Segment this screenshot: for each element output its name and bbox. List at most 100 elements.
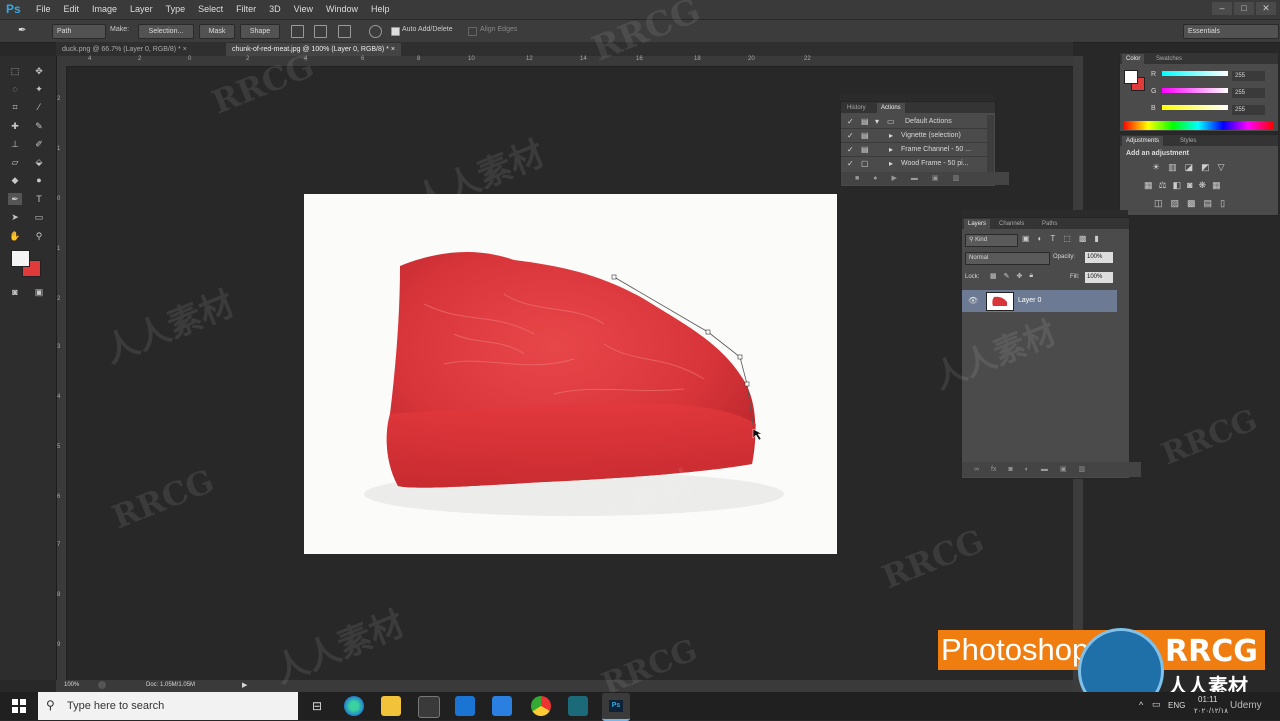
history-brush-icon[interactable]: ✐: [32, 138, 46, 150]
mail-icon[interactable]: [455, 696, 475, 716]
trash-icon[interactable]: ▥: [952, 172, 959, 185]
rectangle-tool-icon[interactable]: ▭: [32, 211, 46, 223]
green-slider[interactable]: [1162, 88, 1228, 93]
task-view-icon[interactable]: ⊟: [307, 696, 327, 716]
eraser-tool-icon[interactable]: ▱: [8, 156, 22, 168]
check-icon[interactable]: ✓: [847, 145, 854, 154]
selective-color-icon[interactable]: ▯: [1220, 198, 1225, 209]
action-row[interactable]: ✓ ▤ ▸ Frame Channel - 50 ...: [841, 143, 987, 157]
pixel-filter-icon[interactable]: ▣: [1022, 234, 1030, 243]
menu-image[interactable]: Image: [92, 4, 117, 14]
shape-filter-icon[interactable]: ⬚: [1063, 234, 1071, 243]
black-white-icon[interactable]: ◧: [1173, 180, 1182, 191]
tab-red-meat-close-icon[interactable]: ×: [391, 46, 395, 53]
status-arrow-icon[interactable]: ▶: [242, 681, 247, 689]
photo-filter-icon[interactable]: ◙: [1187, 180, 1192, 191]
document-canvas[interactable]: [304, 194, 837, 554]
lasso-tool-icon[interactable]: ◌: [8, 83, 22, 95]
chrome-icon[interactable]: [531, 696, 551, 716]
menu-3d[interactable]: 3D: [269, 4, 281, 14]
dodge-tool-icon[interactable]: ●: [32, 174, 46, 186]
hand-tool-icon[interactable]: ✋: [8, 230, 22, 242]
dialog-toggle-icon[interactable]: ▤: [861, 145, 869, 154]
menu-edit[interactable]: Edit: [64, 4, 80, 14]
check-icon[interactable]: ✓: [847, 159, 854, 168]
curves-icon[interactable]: ◪: [1185, 162, 1194, 173]
path-operations-icon[interactable]: [291, 25, 304, 38]
brush-tool-icon[interactable]: ✎: [32, 120, 46, 132]
stop-icon[interactable]: ■: [855, 172, 859, 185]
action-row[interactable]: ✓ ▤ ▾ ▭ Default Actions: [841, 115, 987, 129]
play-icon[interactable]: ▶: [891, 172, 896, 185]
posterize-icon[interactable]: ▨: [1171, 198, 1180, 209]
actions-scrollbar[interactable]: [987, 115, 994, 172]
new-layer-icon[interactable]: ▣: [1060, 462, 1067, 477]
network-icon[interactable]: ▭: [1152, 699, 1161, 710]
ruler-top[interactable]: 4 2 0 2 4 6 8 10 12 14 16 18 20 22: [56, 56, 1073, 67]
healing-brush-icon[interactable]: ✚: [8, 120, 22, 132]
action-row[interactable]: ✓ ▢ ▸ Wood Frame - 50 pi...: [841, 157, 987, 170]
adjustment-layer-icon[interactable]: ◐: [1025, 462, 1029, 477]
language-indicator[interactable]: ENG: [1168, 701, 1185, 710]
lock-transparent-icon[interactable]: ▦: [990, 272, 997, 280]
clock-time[interactable]: 01:11: [1198, 695, 1217, 704]
color-balance-icon[interactable]: ⚖: [1159, 180, 1167, 191]
gradient-map-icon[interactable]: ▤: [1204, 198, 1213, 209]
layer-filter-kind[interactable]: ⚲ Kind: [965, 234, 1018, 247]
tab-styles[interactable]: Styles: [1176, 136, 1200, 146]
doc-info-icon[interactable]: [98, 681, 106, 689]
file-explorer-icon[interactable]: [381, 696, 401, 716]
channel-mixer-icon[interactable]: ❋: [1199, 180, 1207, 191]
gear-icon[interactable]: [369, 25, 382, 38]
adjustment-filter-icon[interactable]: ◐: [1038, 234, 1043, 243]
eyedropper-icon[interactable]: ⁄: [32, 101, 46, 113]
tray-chevron-icon[interactable]: ^: [1139, 700, 1143, 710]
blend-mode-select[interactable]: Normal: [965, 252, 1050, 265]
record-icon[interactable]: ●: [873, 172, 877, 185]
tool-mode-select[interactable]: Path: [52, 24, 106, 39]
fx-icon[interactable]: fx: [991, 462, 996, 477]
tab-paths[interactable]: Paths: [1038, 219, 1061, 229]
word-icon[interactable]: [492, 696, 512, 716]
color-lookup-icon[interactable]: ▦: [1212, 180, 1221, 191]
paint-bucket-icon[interactable]: ⬙: [32, 156, 46, 168]
tab-layers[interactable]: Layers: [964, 219, 991, 229]
lock-position-icon[interactable]: ✥: [1017, 272, 1023, 280]
lock-pixels-icon[interactable]: ✎: [1004, 272, 1010, 280]
tab-adjustments[interactable]: Adjustments: [1122, 136, 1164, 146]
layer-name[interactable]: Layer 0: [1018, 297, 1041, 304]
make-mask-button[interactable]: Mask: [199, 24, 235, 39]
group-icon[interactable]: ▬: [1041, 462, 1048, 477]
link-layers-icon[interactable]: ∞: [974, 462, 979, 477]
windows-start-icon[interactable]: [12, 699, 26, 713]
menu-layer[interactable]: Layer: [130, 4, 153, 14]
photoshop-taskbar-icon[interactable]: Ps: [602, 693, 630, 721]
path-arrangement-icon[interactable]: [338, 25, 351, 38]
crop-tool-icon[interactable]: ⌗: [8, 101, 22, 113]
layer-row[interactable]: 👁︎ Layer 0: [962, 290, 1117, 312]
menu-view[interactable]: View: [294, 4, 313, 14]
smart-object-filter-icon[interactable]: ▩: [1079, 234, 1087, 243]
color-spectrum[interactable]: [1123, 121, 1273, 130]
opacity-input[interactable]: 100%: [1085, 252, 1113, 263]
expand-icon[interactable]: ▾: [875, 117, 879, 126]
camtasia-icon[interactable]: [568, 696, 588, 716]
hue-saturation-icon[interactable]: ▦: [1144, 180, 1153, 191]
expand-icon[interactable]: ▸: [889, 145, 893, 154]
dialog-toggle-icon[interactable]: ▤: [861, 117, 869, 126]
tab-red-meat[interactable]: chunk-of-red-meat.jpg @ 100% (Layer 0, R…: [226, 43, 401, 56]
make-selection-button[interactable]: Selection...: [138, 24, 194, 39]
minimize-button[interactable]: –: [1212, 2, 1232, 15]
align-edges-checkbox[interactable]: [468, 27, 477, 36]
close-button[interactable]: ✕: [1256, 2, 1276, 15]
menu-type[interactable]: Type: [166, 4, 186, 14]
screen-mode-icon[interactable]: ▣: [32, 286, 46, 298]
expand-icon[interactable]: ▸: [889, 131, 893, 140]
type-tool-icon[interactable]: T: [32, 193, 46, 205]
zoom-tool-icon[interactable]: ⚲: [32, 230, 46, 242]
menu-file[interactable]: File: [36, 4, 51, 14]
marquee-tool-icon[interactable]: ⬚: [8, 65, 22, 77]
blur-tool-icon[interactable]: ◆: [8, 174, 22, 186]
expand-icon[interactable]: ▸: [889, 159, 893, 168]
filter-toggle-icon[interactable]: ▮: [1094, 234, 1098, 243]
